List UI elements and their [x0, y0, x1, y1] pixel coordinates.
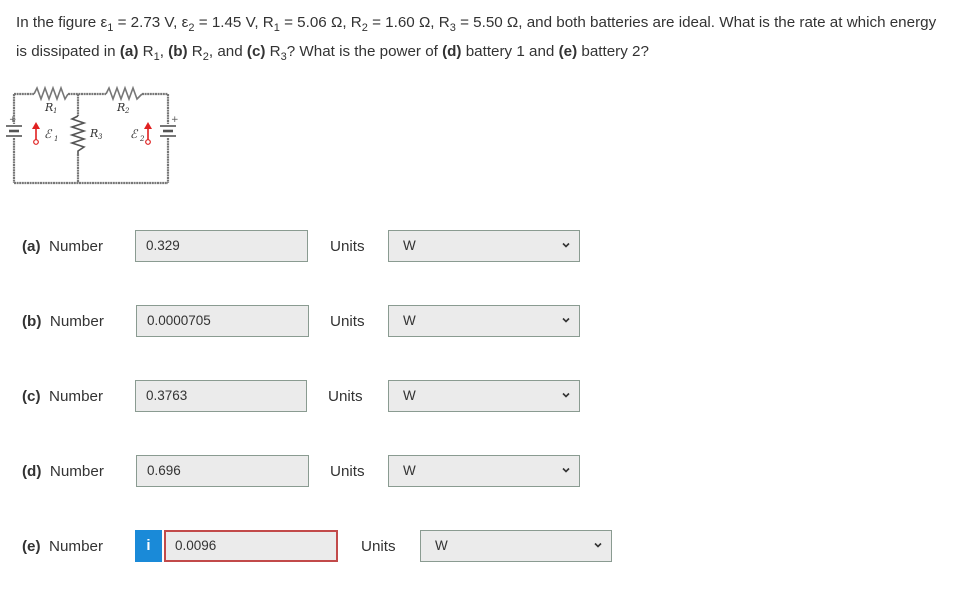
- units-label: Units: [328, 388, 363, 405]
- answer-input[interactable]: 0.0000705: [136, 305, 309, 337]
- label-r2-sub: 2: [124, 107, 130, 115]
- question-fragment: ,: [159, 43, 169, 61]
- question-line-2: is dissipated in (a) R1, (b) R2, and (c)…: [16, 40, 951, 69]
- resistor-r2: [105, 85, 143, 102]
- units-select[interactable]: W: [388, 230, 580, 262]
- units-select[interactable]: W: [420, 530, 612, 562]
- question-fragment: battery 1 and: [461, 43, 559, 61]
- part-label: (c) Number: [22, 380, 103, 414]
- number-label: Number: [49, 463, 104, 480]
- question-line-1: In the figure ε1 = 2.73 V, ε2 = 1.45 V, …: [16, 11, 951, 40]
- part-label: (b) Number: [22, 305, 104, 339]
- selected-unit: W: [435, 538, 448, 553]
- selected-unit: W: [403, 463, 416, 478]
- resistor-r3: [69, 115, 87, 154]
- chevron-down-icon: [562, 242, 570, 248]
- question-text: In the figure ε1 = 2.73 V, ε2 = 1.45 V, …: [16, 11, 951, 69]
- emf-1-arrow: [32, 122, 40, 145]
- label-e1: ℰ: [44, 127, 53, 141]
- resistor-symbol: R: [350, 14, 362, 31]
- question-fragment: ? What is the power of: [286, 43, 443, 61]
- selected-unit: W: [403, 388, 416, 403]
- chevron-down-icon: [594, 542, 602, 548]
- label-r2: R: [116, 101, 125, 114]
- info-icon[interactable]: i: [135, 530, 162, 562]
- units-label: Units: [330, 313, 365, 330]
- units-label: Units: [330, 463, 365, 480]
- units-label: Units: [361, 538, 396, 555]
- part-marker: (e): [22, 538, 41, 555]
- part-marker: (c): [246, 43, 266, 61]
- part-marker: (a): [22, 238, 41, 255]
- answer-input[interactable]: 0.696: [136, 455, 309, 487]
- units-select[interactable]: W: [388, 380, 580, 412]
- selected-unit: W: [403, 313, 416, 328]
- part-label: (a) Number: [22, 230, 103, 264]
- question-fragment: battery 2?: [577, 43, 649, 61]
- part-label: (e) Number: [22, 530, 103, 564]
- question-fragment: is dissipated in: [16, 43, 120, 61]
- label-e2: ℰ: [130, 127, 139, 141]
- resistor-symbol: R: [262, 14, 274, 31]
- battery-1: +: [6, 115, 22, 137]
- question-fragment: = 5.06 Ω,: [279, 14, 351, 31]
- number-label: Number: [49, 388, 104, 405]
- plus-sign: +: [9, 115, 17, 125]
- part-marker: (e): [558, 43, 578, 61]
- part-marker: (d): [442, 43, 462, 61]
- units-select[interactable]: W: [388, 305, 580, 337]
- number-label: Number: [49, 538, 104, 555]
- answer-input[interactable]: 0.329: [135, 230, 308, 262]
- part-marker: (c): [22, 388, 41, 405]
- units-select[interactable]: W: [388, 455, 580, 487]
- answer-input[interactable]: 0.3763: [135, 380, 307, 412]
- label-r3-sub: 3: [98, 133, 103, 141]
- number-label: Number: [49, 238, 104, 255]
- label-r1: R: [44, 101, 53, 114]
- part-marker: (b): [168, 43, 188, 61]
- resistor-symbol: R: [438, 14, 450, 31]
- selected-unit: W: [403, 238, 416, 253]
- answer-input[interactable]: 0.0096: [164, 530, 338, 562]
- number-label: Number: [49, 313, 104, 330]
- resistor-r1: [33, 85, 69, 102]
- chevron-down-icon: [562, 392, 570, 398]
- question-fragment: = 5.50 Ω, and both batteries are ideal. …: [455, 14, 937, 31]
- chevron-down-icon: [562, 467, 570, 473]
- question-fragment: R: [138, 43, 154, 61]
- battery-2: +: [160, 115, 179, 137]
- question-fragment: R: [265, 43, 281, 61]
- label-r3: R: [89, 127, 98, 140]
- label-r1-sub: 1: [53, 107, 57, 115]
- part-marker: (a): [119, 43, 139, 61]
- question-fragment: In the figure: [16, 14, 101, 31]
- label-e2-sub: 2: [139, 135, 145, 143]
- question-fragment: = 2.73 V,: [113, 14, 182, 31]
- part-label: (d) Number: [22, 455, 104, 489]
- units-label: Units: [330, 238, 365, 255]
- chevron-down-icon: [562, 317, 570, 323]
- question-fragment: , and: [208, 43, 247, 61]
- part-marker: (d): [22, 463, 42, 480]
- circuit-diagram: + + R 1 R 2 R 3 ℰ 1 ℰ 2: [6, 85, 179, 185]
- emf-2-arrow: [144, 122, 152, 145]
- question-fragment: = 1.60 Ω,: [367, 14, 439, 31]
- label-e1-sub: 1: [54, 135, 58, 143]
- part-marker: (b): [22, 313, 42, 330]
- question-fragment: = 1.45 V,: [194, 14, 263, 31]
- question-fragment: R: [187, 43, 203, 61]
- plus-sign: +: [171, 115, 179, 125]
